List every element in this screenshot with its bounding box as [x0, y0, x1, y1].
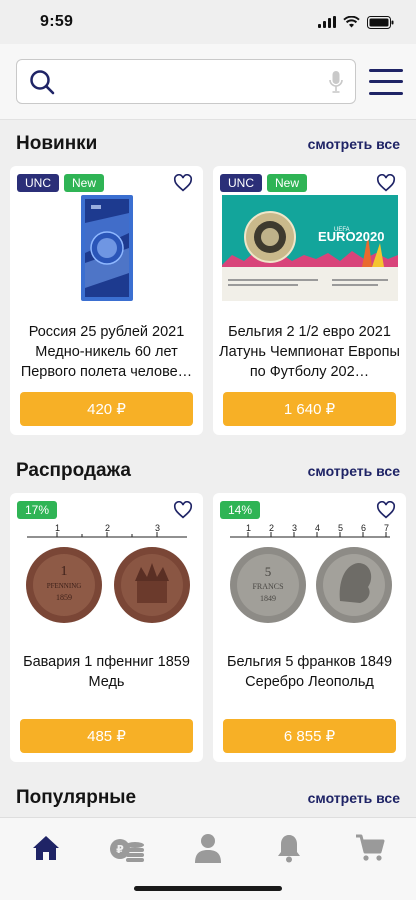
- product-title: Россия 25 рублей 2021 Медно-никель 60 ле…: [20, 324, 193, 380]
- discount-badge: 17%: [17, 501, 58, 519]
- price-button[interactable]: 485 ₽: [20, 719, 193, 753]
- ruler-label: 2: [269, 523, 274, 533]
- product-card[interactable]: UNC New Россия 25 рублей 2021 Медно-нике…: [10, 166, 203, 435]
- tab-catalog[interactable]: ₽: [97, 830, 157, 866]
- status-time: 9:59: [40, 13, 74, 30]
- coin-text: 1859: [56, 593, 72, 602]
- search-icon[interactable]: [29, 69, 55, 95]
- product-card[interactable]: 17% 1 2 3 1 PFENNING 1859 Бавария 1 пфен…: [10, 493, 203, 762]
- ruler-label: 1: [55, 523, 60, 533]
- price-button[interactable]: 1 640 ₽: [223, 392, 396, 426]
- menu-line: [369, 80, 403, 83]
- microphone-icon[interactable]: [329, 70, 343, 94]
- ruler-label: 3: [155, 523, 160, 533]
- ruler-label: 6: [361, 523, 366, 533]
- new-badge: New: [267, 174, 308, 192]
- menu-icon[interactable]: [369, 68, 403, 95]
- product-title: Бавария 1 пфенниг 1859 Медь: [23, 654, 190, 690]
- battery-icon: [367, 15, 394, 29]
- tab-notifications[interactable]: [259, 830, 319, 866]
- coin-photo-image: 1 2 3 1 PFENNING 1859: [25, 523, 190, 623]
- ruler-label: 7: [384, 523, 389, 533]
- coin-photo-image: 1 2 3 4 5 6 7 5 FRANCS 1849: [229, 523, 392, 623]
- wifi-icon: [343, 16, 360, 28]
- badges: 17%: [17, 501, 58, 519]
- see-all-link[interactable]: смотреть все: [308, 463, 400, 479]
- ruler-label: 2: [105, 523, 110, 533]
- home-icon: [33, 836, 60, 860]
- see-all-link[interactable]: смотреть все: [308, 136, 400, 152]
- new-badge: New: [64, 174, 105, 192]
- euro-logo-text: EURO2020: [318, 229, 384, 244]
- badges: UNC New: [220, 174, 308, 192]
- coin-blister-image: [80, 195, 133, 301]
- menu-line: [369, 68, 403, 72]
- coin-text: 1849: [260, 594, 276, 603]
- section-header-new: Новинки смотреть все: [0, 122, 416, 166]
- price-button[interactable]: 420 ₽: [20, 392, 193, 426]
- ruler-label: 5: [338, 523, 343, 533]
- product-image[interactable]: UEFA EURO2020: [213, 191, 406, 305]
- svg-text:₽: ₽: [116, 843, 124, 856]
- menu-line: [369, 91, 403, 95]
- tab-home[interactable]: [16, 830, 76, 866]
- section-title: Распродажа: [16, 460, 131, 481]
- section-header-sale: Распродажа смотреть все: [0, 449, 416, 493]
- product-title: Бельгия 2 1/2 евро 2021 Латунь Чемпионат…: [219, 324, 400, 380]
- sale-cards-row: 17% 1 2 3 1 PFENNING 1859 Бавария 1 пфен…: [0, 493, 416, 762]
- heart-icon[interactable]: [376, 174, 396, 192]
- notifications-icon: [277, 835, 300, 863]
- condition-badge: UNC: [17, 174, 59, 192]
- coin-text: 5: [264, 564, 271, 579]
- signal-icon: [318, 16, 336, 28]
- ruler-label: 4: [315, 523, 320, 533]
- condition-badge: UNC: [220, 174, 262, 192]
- section-title: Популярные: [16, 787, 137, 808]
- ruler-label: 3: [292, 523, 297, 533]
- product-card[interactable]: UNC New UEFA EURO2020 Бельгия 2 1/2 евро…: [213, 166, 406, 435]
- coin-card-image: UEFA EURO2020: [221, 195, 398, 301]
- status-bar: 9:59: [0, 0, 416, 44]
- ruler-label: 1: [246, 523, 251, 533]
- tab-profile[interactable]: [178, 830, 238, 866]
- tab-cart[interactable]: [340, 830, 400, 866]
- coin-text: 1: [60, 564, 67, 579]
- heart-icon[interactable]: [173, 174, 193, 192]
- badges: UNC New: [17, 174, 105, 192]
- coin-text: FRANCS: [252, 582, 283, 591]
- see-all-link[interactable]: смотреть все: [308, 790, 400, 806]
- section-header-popular: Популярные смотреть все: [0, 776, 416, 820]
- search-box[interactable]: [16, 59, 356, 104]
- home-indicator: [134, 886, 282, 891]
- product-card[interactable]: 14% 1 2 3 4 5 6 7 5 FRANCS 1849 Бельгия …: [213, 493, 406, 762]
- product-image[interactable]: 1 2 3 1 PFENNING 1859: [10, 518, 203, 632]
- status-icons: [318, 15, 394, 29]
- new-cards-row: UNC New Россия 25 рублей 2021 Медно-нике…: [0, 166, 416, 435]
- section-title: Новинки: [16, 133, 98, 154]
- cart-icon: [355, 834, 385, 861]
- badges: 14%: [220, 501, 261, 519]
- heart-icon[interactable]: [173, 501, 193, 519]
- search-input[interactable]: [63, 72, 329, 91]
- product-title: Бельгия 5 франков 1849 Серебро Леопольд: [226, 654, 393, 690]
- heart-icon[interactable]: [376, 501, 396, 519]
- product-image[interactable]: 1 2 3 4 5 6 7 5 FRANCS 1849: [213, 518, 406, 632]
- coin-text: PFENNING: [46, 582, 81, 590]
- price-button[interactable]: 6 855 ₽: [223, 719, 396, 753]
- search-row: [0, 44, 416, 120]
- discount-badge: 14%: [220, 501, 261, 519]
- product-image[interactable]: [10, 191, 203, 305]
- coins-icon: ₽: [110, 839, 145, 862]
- profile-icon: [194, 834, 221, 863]
